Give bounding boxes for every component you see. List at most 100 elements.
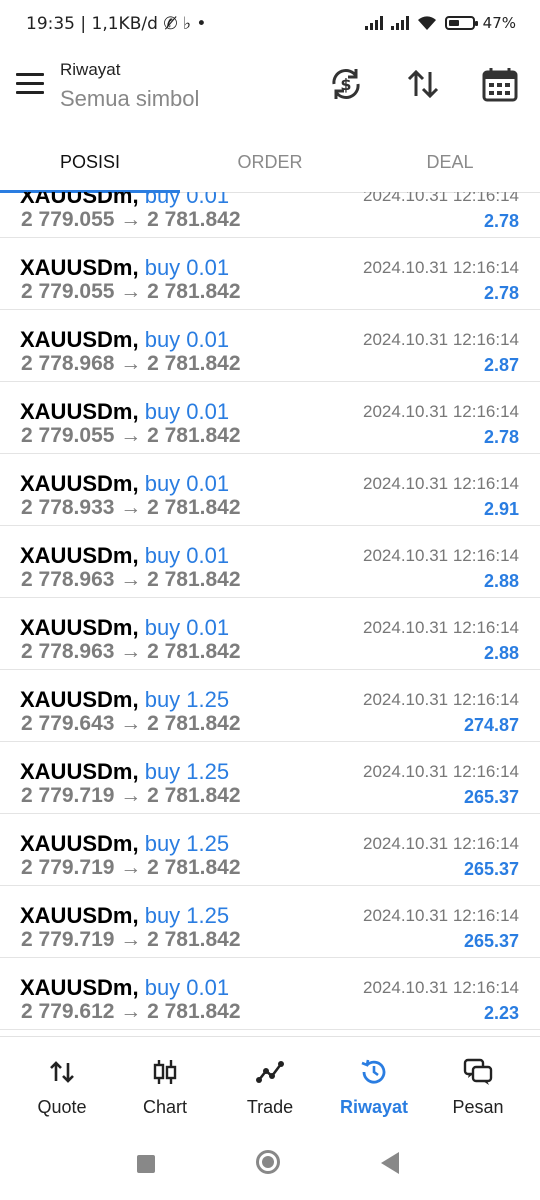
trade-side-volume: buy 0.01 xyxy=(144,255,230,280)
position-row[interactable]: XAUUSDm, buy 1.25 2 779.719 → 2 781.842 20… xyxy=(0,886,540,958)
page-title: Riwayat xyxy=(60,60,121,79)
trade-side-volume: buy 0.01 xyxy=(144,975,230,1000)
position-row[interactable]: XAUUSDm, buy 0.01 2 778.968 → 2 781.842 20… xyxy=(0,310,540,382)
open-price: 2 779.612 xyxy=(21,1000,115,1023)
nav-quote[interactable]: Quote xyxy=(8,1037,116,1129)
position-prices: 2 779.719 → 2 781.842 xyxy=(21,856,241,880)
home-icon[interactable] xyxy=(256,1150,280,1174)
open-price: 2 779.719 xyxy=(21,784,115,807)
position-row[interactable]: XAUUSDm, buy 0.01 2 778.963 → 2 781.842 20… xyxy=(0,598,540,670)
battery-icon xyxy=(444,16,478,30)
position-profit: 2.78 xyxy=(483,283,519,303)
arrow-right-icon: → xyxy=(114,712,148,735)
nav-riwayat[interactable]: Riwayat xyxy=(320,1037,428,1129)
position-time: 2024.10.31 12:16:14 xyxy=(363,690,519,709)
position-row[interactable]: XAUUSDm, buy 1.25 2 779.643 → 2 781.842 20… xyxy=(0,670,540,742)
open-price: 2 779.055 xyxy=(21,208,115,231)
position-profit: 2.91 xyxy=(483,499,519,519)
close-price: 2 781.842 xyxy=(147,712,241,735)
symbol-name: XAUUSDm, xyxy=(20,192,139,208)
position-symbol: XAUUSDm, buy 1.25 xyxy=(20,759,229,785)
open-price: 2 779.719 xyxy=(21,928,115,951)
close-price: 2 781.842 xyxy=(147,280,241,303)
sort-icon[interactable] xyxy=(403,64,443,104)
symbol-name: XAUUSDm, xyxy=(20,615,139,640)
nav-trade[interactable]: Trade xyxy=(216,1037,324,1129)
currency-exchange-icon[interactable]: $ xyxy=(326,64,366,104)
position-symbol: XAUUSDm, buy 0.01 xyxy=(20,543,229,569)
position-prices: 2 779.055 → 2 781.842 xyxy=(21,424,241,448)
close-price: 2 781.842 xyxy=(147,928,241,951)
position-row[interactable]: XAUUSDm, buy 0.01 2 778.933 → 2 781.842 20… xyxy=(0,454,540,526)
position-row[interactable]: XAUUSDm, buy 1.25 2 779.719 → 2 781.842 20… xyxy=(0,814,540,886)
symbol-name: XAUUSDm, xyxy=(20,327,139,352)
position-profit: 2.23 xyxy=(483,1003,519,1023)
position-profit: 2.78 xyxy=(483,211,519,231)
close-price: 2 781.842 xyxy=(147,640,241,663)
candlestick-icon xyxy=(153,1060,177,1084)
position-time: 2024.10.31 12:16:14 xyxy=(363,618,519,637)
position-time: 2024.10.31 12:16:14 xyxy=(363,258,519,277)
symbol-name: XAUUSDm, xyxy=(20,399,139,424)
position-prices: 2 778.963 → 2 781.842 xyxy=(21,568,241,592)
position-profit: 274.87 xyxy=(463,715,519,735)
positions-list[interactable]: XAUUSDm, buy 0.01 2 779.055 → 2 781.842 20… xyxy=(0,192,540,1036)
symbol-name: XAUUSDm, xyxy=(20,471,139,496)
position-row[interactable]: XAUUSDm, buy 1.25 2 779.719 → 2 781.842 20… xyxy=(0,742,540,814)
close-price: 2 781.842 xyxy=(147,856,241,879)
position-prices: 2 779.055 → 2 781.842 xyxy=(21,280,241,304)
symbol-name: XAUUSDm, xyxy=(20,975,139,1000)
arrow-right-icon: → xyxy=(114,280,148,303)
trade-side-volume: buy 0.01 xyxy=(144,399,230,424)
position-row[interactable]: XAUUSDm, buy 0.01 2 779.055 → 2 781.842 20… xyxy=(0,238,540,310)
arrow-right-icon: → xyxy=(114,208,148,231)
menu-icon[interactable] xyxy=(16,73,44,95)
arrow-right-icon: → xyxy=(114,640,148,663)
position-prices: 2 779.719 → 2 781.842 xyxy=(21,928,241,952)
symbol-filter[interactable]: Semua simbol xyxy=(60,86,199,112)
position-symbol: XAUUSDm, buy 0.01 xyxy=(20,975,229,1001)
calendar-icon[interactable] xyxy=(480,64,520,104)
arrow-right-icon: → xyxy=(114,496,148,519)
arrow-right-icon: → xyxy=(114,424,148,447)
position-prices: 2 778.963 → 2 781.842 xyxy=(21,640,241,664)
trade-side-volume: buy 1.25 xyxy=(144,903,230,928)
symbol-name: XAUUSDm, xyxy=(20,255,139,280)
svg-text:$: $ xyxy=(340,75,351,94)
status-time: 19:35 | 1,1KB/d ✆̸ ♭ • xyxy=(26,14,206,34)
position-symbol: XAUUSDm, buy 1.25 xyxy=(20,831,229,857)
position-row[interactable]: XAUUSDm, buy 0.01 2 779.612 → 2 781.842 20… xyxy=(0,958,540,1030)
position-prices: 2 778.968 → 2 781.842 xyxy=(21,352,241,376)
position-row[interactable]: XAUUSDm, buy 0.01 2 779.055 → 2 781.842 20… xyxy=(0,382,540,454)
position-symbol: XAUUSDm, buy 0.01 xyxy=(20,192,229,209)
symbol-name: XAUUSDm, xyxy=(20,759,139,784)
position-time: 2024.10.31 12:16:14 xyxy=(363,762,519,781)
close-price: 2 781.842 xyxy=(147,352,241,375)
position-row[interactable]: XAUUSDm, buy 0.01 2 778.963 → 2 781.842 20… xyxy=(0,526,540,598)
nav-quote-label: Quote xyxy=(37,1097,87,1117)
system-nav-bar xyxy=(0,1128,540,1200)
symbol-name: XAUUSDm, xyxy=(20,903,139,928)
tab-posisi[interactable]: POSISI xyxy=(0,152,180,173)
nav-chart-label: Chart xyxy=(142,1097,187,1117)
position-time: 2024.10.31 12:16:14 xyxy=(363,978,519,997)
arrow-right-icon: → xyxy=(114,1000,148,1023)
history-icon xyxy=(361,1059,386,1084)
position-profit: 2.88 xyxy=(483,571,519,591)
position-row[interactable]: XAUUSDm, buy 0.01 2 779.055 → 2 781.842 20… xyxy=(0,192,540,238)
position-profit: 2.88 xyxy=(483,643,519,663)
back-icon[interactable] xyxy=(381,1152,399,1174)
nav-pesan[interactable]: Pesan xyxy=(424,1037,532,1129)
nav-chart[interactable]: Chart xyxy=(111,1037,219,1129)
position-symbol: XAUUSDm, buy 0.01 xyxy=(20,399,229,425)
signal-icon xyxy=(364,16,383,30)
close-price: 2 781.842 xyxy=(147,784,241,807)
recents-icon[interactable] xyxy=(137,1155,155,1173)
symbol-name: XAUUSDm, xyxy=(20,543,139,568)
signal-icon-2 xyxy=(390,16,409,30)
tab-deal[interactable]: DEAL xyxy=(360,152,540,173)
trade-line-icon xyxy=(256,1061,284,1083)
tab-order[interactable]: ORDER xyxy=(180,152,360,173)
trade-side-volume: buy 0.01 xyxy=(144,327,230,352)
position-symbol: XAUUSDm, buy 1.25 xyxy=(20,903,229,929)
